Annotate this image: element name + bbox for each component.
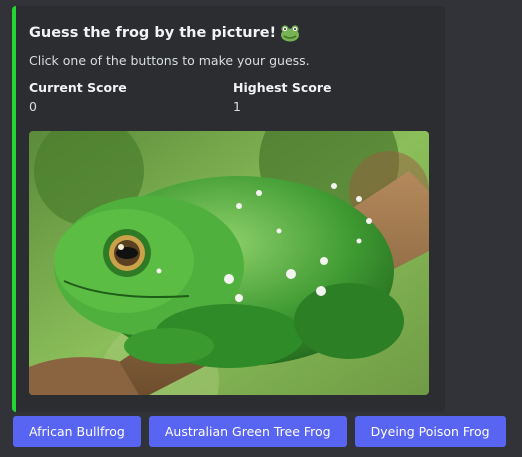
australian-green-tree-frog-button[interactable]: Australian Green Tree Frog (148, 416, 347, 447)
highest-score-value: 1 (233, 99, 241, 114)
frog-emoji-icon (280, 24, 300, 42)
game-embed: Guess the frog by the picture! Click one… (12, 6, 445, 412)
guess-buttons: African Bullfrog Australian Green Tree F… (13, 416, 506, 447)
embed-title: Guess the frog by the picture! (29, 24, 300, 42)
dyeing-poison-frog-button[interactable]: Dyeing Poison Frog (354, 416, 506, 447)
embed-description: Click one of the buttons to make your gu… (29, 53, 310, 68)
current-score-label: Current Score (29, 80, 127, 95)
frog-photo (29, 131, 429, 395)
highest-score-label: Highest Score (233, 80, 332, 95)
current-score-value: 0 (29, 99, 37, 114)
highest-score-field: Highest Score 1 (233, 80, 331, 114)
current-score-field: Current Score 0 (29, 80, 127, 114)
african-bullfrog-button[interactable]: African Bullfrog (13, 416, 141, 447)
embed-title-text: Guess the frog by the picture! (29, 25, 277, 41)
